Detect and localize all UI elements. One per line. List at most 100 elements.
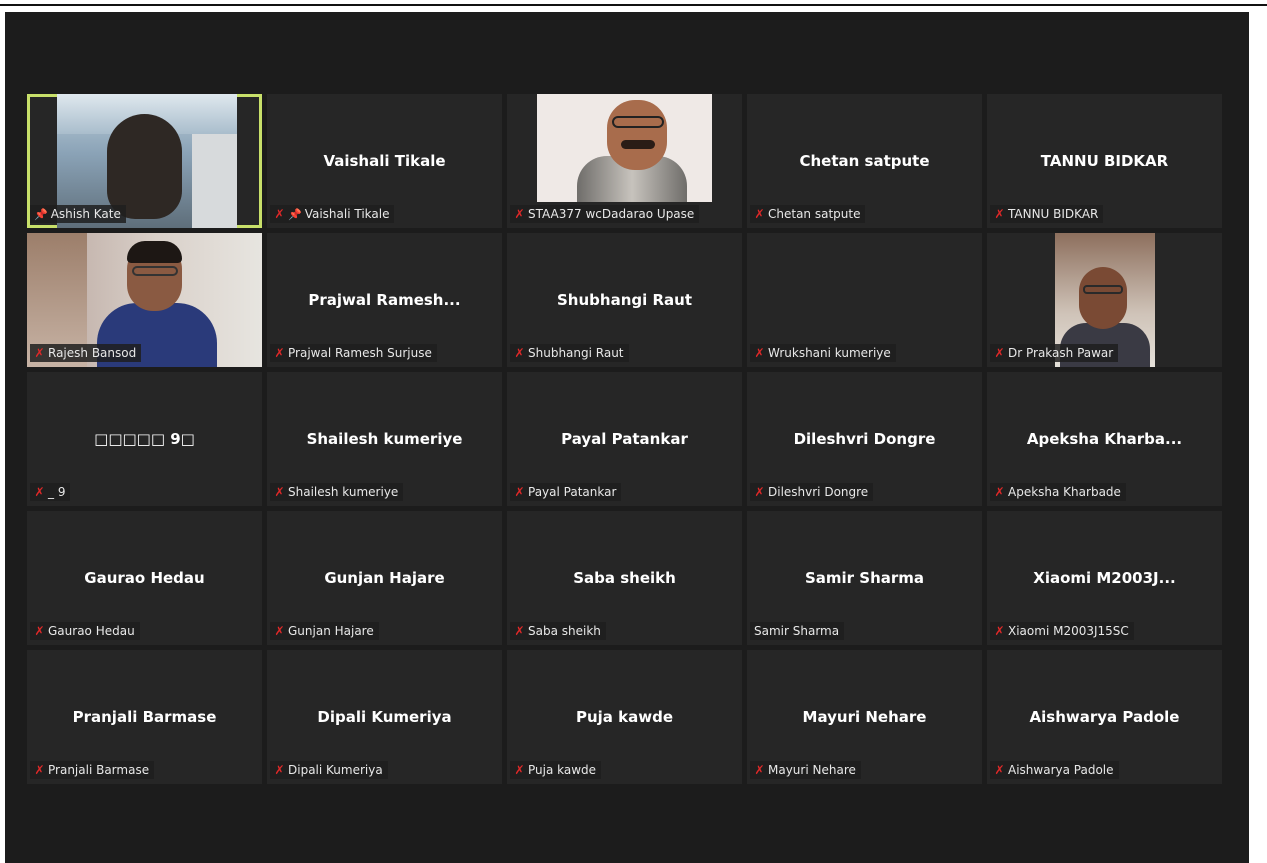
participant-name-tag: ✗ 📌 Vaishali Tikale — [270, 205, 395, 223]
participant-tag-label: Pranjali Barmase — [48, 763, 150, 777]
participant-tile-aishwarya-padole[interactable]: Aishwarya Padole ✗ Aishwarya Padole — [987, 650, 1222, 784]
mic-muted-icon: ✗ — [34, 346, 45, 360]
participant-display-name: Pranjali Barmase — [72, 708, 217, 726]
participant-display-name: Aishwarya Padole — [1029, 708, 1180, 726]
participant-name-tag: ✗ STAA377 wcDadarao Upase — [510, 205, 700, 223]
participant-tag-label: TANNU BIDKAR — [1008, 207, 1099, 221]
participant-name-tag: ✗ Saba sheikh — [510, 622, 606, 640]
participant-tile-tannu-bidkar[interactable]: TANNU BIDKAR ✗ TANNU BIDKAR — [987, 94, 1222, 228]
participant-name-tag: ✗ Dipali Kumeriya — [270, 761, 388, 779]
mic-muted-icon: ✗ — [514, 346, 525, 360]
participant-tag-label: Chetan satpute — [768, 207, 861, 221]
participant-name-tag: ✗ _ 9 — [30, 483, 71, 501]
mic-muted-icon: ✗ — [994, 763, 1005, 777]
participant-name-tag: ✗ Xiaomi M2003J15SC — [990, 622, 1134, 640]
participant-tag-label: Samir Sharma — [754, 624, 840, 638]
participant-tag-label: Mayuri Nehare — [768, 763, 856, 777]
participant-tile-vaishali-tikale[interactable]: Vaishali Tikale ✗ 📌 Vaishali Tikale — [267, 94, 502, 228]
participant-display-name: □□□□□ 9□ — [94, 430, 195, 448]
mic-muted-icon: ✗ — [274, 207, 285, 221]
participant-tag-label: Shubhangi Raut — [528, 346, 624, 360]
mic-muted-icon: ✗ — [754, 763, 765, 777]
participant-tag-label: Dileshvri Dongre — [768, 485, 869, 499]
participant-display-name: TANNU BIDKAR — [1040, 152, 1169, 170]
participant-tile-payal-patankar[interactable]: Payal Patankar ✗ Payal Patankar — [507, 372, 742, 506]
mic-muted-icon: ✗ — [274, 624, 285, 638]
mic-muted-icon: ✗ — [994, 624, 1005, 638]
participant-name-tag: ✗ Prajwal Ramesh Surjuse — [270, 344, 437, 362]
mic-muted-icon: ✗ — [514, 624, 525, 638]
participant-display-name: Chetan satpute — [799, 152, 930, 170]
participant-tile-wrukshani-kumeriye[interactable]: ✗ Wrukshani kumeriye — [747, 233, 982, 367]
participant-tile-apeksha-kharbade[interactable]: Apeksha Kharba... ✗ Apeksha Kharbade — [987, 372, 1222, 506]
mic-muted-icon: ✗ — [274, 763, 285, 777]
participant-tag-label: _ 9 — [48, 485, 66, 499]
participant-tile-pranjali-barmase[interactable]: Pranjali Barmase ✗ Pranjali Barmase — [27, 650, 262, 784]
participant-tag-label: Wrukshani kumeriye — [768, 346, 891, 360]
participant-tag-label: Prajwal Ramesh Surjuse — [288, 346, 432, 360]
mic-muted-icon: ✗ — [994, 485, 1005, 499]
participant-tag-label: Puja kawde — [528, 763, 597, 777]
participant-tag-label: Gaurao Hedau — [48, 624, 135, 638]
participant-display-name: Shailesh kumeriye — [306, 430, 463, 448]
participant-tile-samir-sharma[interactable]: Samir Sharma Samir Sharma — [747, 511, 982, 645]
participant-tile-9[interactable]: □□□□□ 9□ ✗ _ 9 — [27, 372, 262, 506]
participant-tag-label: Rajesh Bansod — [48, 346, 137, 360]
participant-name-tag: ✗ Mayuri Nehare — [750, 761, 861, 779]
participant-name-tag: ✗ Rajesh Bansod — [30, 344, 142, 362]
participant-name-tag: ✗ Gunjan Hajare — [270, 622, 379, 640]
participant-tile-saba-sheikh[interactable]: Saba sheikh ✗ Saba sheikh — [507, 511, 742, 645]
participant-tile-shubhangi-raut[interactable]: Shubhangi Raut ✗ Shubhangi Raut — [507, 233, 742, 367]
participant-display-name: Prajwal Ramesh... — [308, 291, 461, 309]
mic-muted-icon: ✗ — [514, 763, 525, 777]
participant-display-name: Xiaomi M2003J... — [1033, 569, 1176, 587]
participant-name-tag: ✗ Wrukshani kumeriye — [750, 344, 896, 362]
participant-tile-dipali-kumeriya[interactable]: Dipali Kumeriya ✗ Dipali Kumeriya — [267, 650, 502, 784]
participant-name-tag: ✗ Chetan satpute — [750, 205, 866, 223]
participant-tag-label: Xiaomi M2003J15SC — [1008, 624, 1129, 638]
mic-muted-icon: ✗ — [994, 346, 1005, 360]
participant-display-name: Shubhangi Raut — [557, 291, 692, 309]
participant-display-name: Gaurao Hedau — [84, 569, 205, 587]
participant-name-tag: ✗ TANNU BIDKAR — [990, 205, 1104, 223]
participant-tile-chetan-satpute[interactable]: Chetan satpute ✗ Chetan satpute — [747, 94, 982, 228]
participant-display-name: Samir Sharma — [804, 569, 925, 587]
participant-tile-gunjan-hajare[interactable]: Gunjan Hajare ✗ Gunjan Hajare — [267, 511, 502, 645]
participant-name-tag: ✗ Pranjali Barmase — [30, 761, 155, 779]
mic-muted-icon: ✗ — [754, 485, 765, 499]
participant-display-name: Dipali Kumeriya — [317, 708, 452, 726]
participant-display-name: Saba sheikh — [573, 569, 676, 587]
participant-tag-label: Shailesh kumeriye — [288, 485, 399, 499]
participant-name-tag: ✗ Shailesh kumeriye — [270, 483, 404, 501]
participant-tile-shailesh-kumeriye[interactable]: Shailesh kumeriye ✗ Shailesh kumeriye — [267, 372, 502, 506]
participant-tile-dadarao-upase[interactable]: ✗ STAA377 wcDadarao Upase — [507, 94, 742, 228]
gallery-grid: 📌 Ashish Kate Vaishali Tikale ✗ 📌 Vaisha… — [27, 94, 1222, 784]
participant-tile-xiaomi[interactable]: Xiaomi M2003J... ✗ Xiaomi M2003J15SC — [987, 511, 1222, 645]
participant-tile-gaurao-hedau[interactable]: Gaurao Hedau ✗ Gaurao Hedau — [27, 511, 262, 645]
mic-muted-icon: ✗ — [34, 624, 45, 638]
participant-tag-label: Payal Patankar — [528, 485, 617, 499]
meeting-window: 📌 Ashish Kate Vaishali Tikale ✗ 📌 Vaisha… — [5, 12, 1249, 863]
participant-name-tag: 📌 Ashish Kate — [30, 205, 126, 223]
participant-display-name: Dileshvri Dongre — [793, 430, 936, 448]
top-border-line — [0, 4, 1267, 6]
participant-tile-prakash-pawar[interactable]: ✗ Dr Prakash Pawar — [987, 233, 1222, 367]
participant-name-tag: ✗ Dr Prakash Pawar — [990, 344, 1119, 362]
participant-tag-label: Dipali Kumeriya — [288, 763, 383, 777]
participant-name-tag: ✗ Apeksha Kharbade — [990, 483, 1126, 501]
participant-name-tag: ✗ Dileshvri Dongre — [750, 483, 874, 501]
participant-name-tag: Samir Sharma — [750, 622, 845, 640]
participant-tile-dileshvri-dongre[interactable]: Dileshvri Dongre ✗ Dileshvri Dongre — [747, 372, 982, 506]
participant-name-tag: ✗ Payal Patankar — [510, 483, 622, 501]
participant-display-name: Puja kawde — [575, 708, 674, 726]
participant-tile-rajesh-bansod[interactable]: ✗ Rajesh Bansod — [27, 233, 262, 367]
mic-muted-icon: ✗ — [34, 763, 45, 777]
participant-tile-mayuri-nehare[interactable]: Mayuri Nehare ✗ Mayuri Nehare — [747, 650, 982, 784]
participant-display-name: Vaishali Tikale — [323, 152, 446, 170]
mic-muted-icon: ✗ — [274, 485, 285, 499]
participant-tile-puja-kawde[interactable]: Puja kawde ✗ Puja kawde — [507, 650, 742, 784]
participant-tag-label: Dr Prakash Pawar — [1008, 346, 1114, 360]
participant-tile-ashish-kate[interactable]: 📌 Ashish Kate — [27, 94, 262, 228]
participant-tag-label: Gunjan Hajare — [288, 624, 374, 638]
participant-tile-prajwal-surjuse[interactable]: Prajwal Ramesh... ✗ Prajwal Ramesh Surju… — [267, 233, 502, 367]
